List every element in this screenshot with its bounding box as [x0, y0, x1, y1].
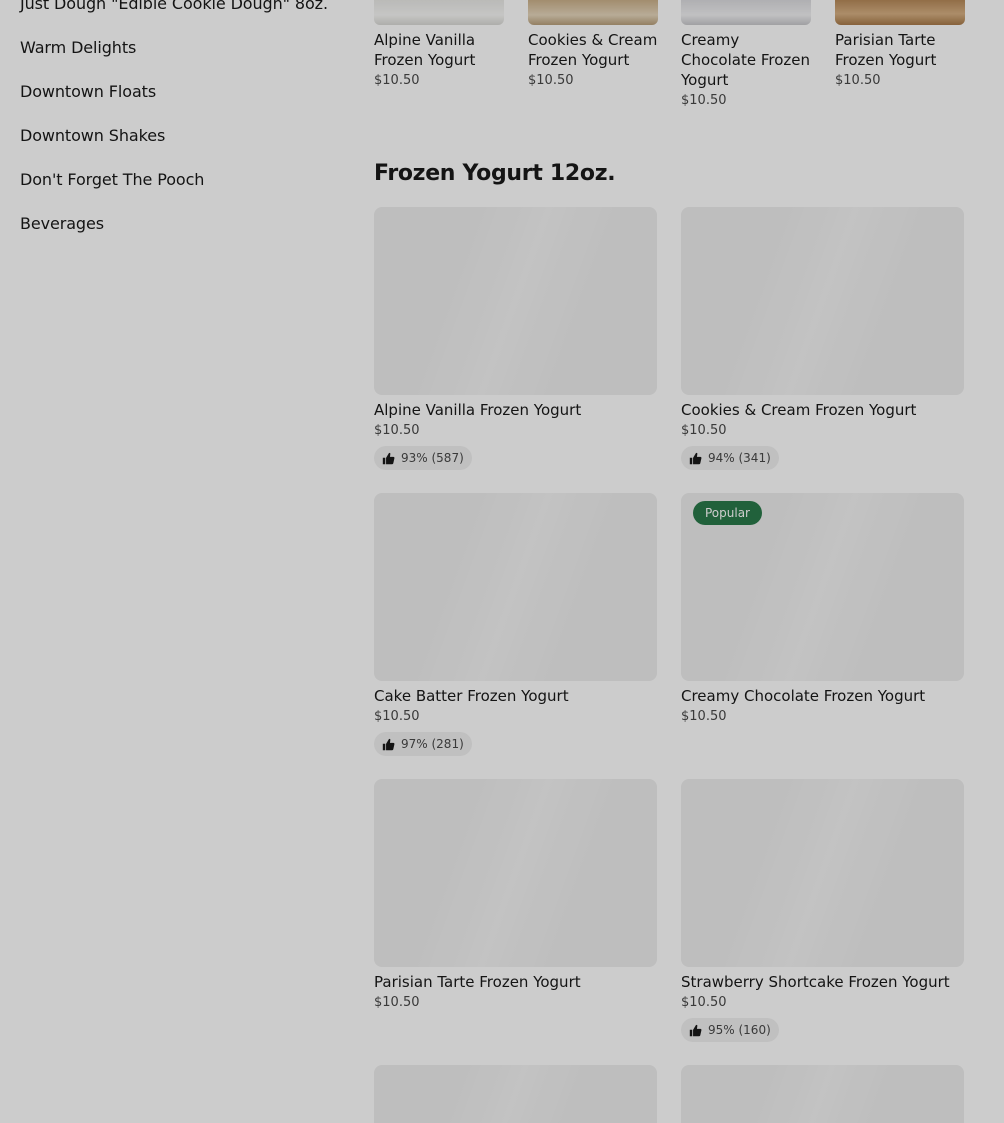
rating-pill: 97% (281): [374, 732, 472, 756]
product-price: $10.50: [681, 423, 727, 438]
product-image: [681, 0, 811, 25]
product-title: Strawberry Shortcake Frozen Yogurt: [681, 973, 950, 991]
rating-pill: 93% (587): [374, 446, 472, 470]
product-card[interactable]: [374, 1065, 657, 1123]
carousel-item-title: Creamy Chocolate Frozen Yogurt: [681, 31, 810, 89]
thumbs-up-icon: [382, 452, 395, 464]
product-price: $10.50: [681, 709, 727, 724]
product-price: $10.50: [374, 423, 420, 438]
carousel-item[interactable]: Cookies & Cream Frozen Yogurt $10.50: [528, 0, 658, 89]
carousel-item-title: Cookies & Cream Frozen Yogurt: [528, 31, 658, 69]
carousel-item-price: $10.50: [528, 73, 574, 88]
carousel-item[interactable]: Alpine Vanilla Frozen Yogurt $10.50: [374, 0, 504, 89]
product-image: [528, 0, 658, 25]
carousel-item-price: $10.50: [681, 93, 727, 108]
product-card[interactable]: Parisian Tarte Frozen Yogurt $10.50: [374, 779, 657, 1011]
product-title: Cookies & Cream Frozen Yogurt: [681, 401, 917, 419]
carousel-item-title: Alpine Vanilla Frozen Yogurt: [374, 31, 476, 69]
product-image-placeholder: [681, 779, 964, 967]
carousel-item[interactable]: Creamy Chocolate Frozen Yogurt $10.50: [681, 0, 811, 109]
product-card[interactable]: Cookies & Cream Frozen Yogurt $10.50 94%…: [681, 207, 964, 470]
sidebar-item-downtown-shakes[interactable]: Downtown Shakes: [20, 126, 340, 170]
rating-pill: 94% (341): [681, 446, 779, 470]
rating-text: 93% (587): [401, 451, 464, 465]
product-price: $10.50: [374, 709, 420, 724]
rating-text: 94% (341): [708, 451, 771, 465]
product-title: Creamy Chocolate Frozen Yogurt: [681, 687, 926, 705]
thumbs-up-icon: [689, 1024, 702, 1036]
sidebar-item-downtown-floats[interactable]: Downtown Floats: [20, 82, 340, 126]
product-price: $10.50: [681, 995, 727, 1010]
product-card[interactable]: Cake Batter Frozen Yogurt $10.50 97% (28…: [374, 493, 657, 756]
rating-text: 97% (281): [401, 737, 464, 751]
product-title: Cake Batter Frozen Yogurt: [374, 687, 569, 705]
product-image: [374, 0, 504, 25]
product-image-placeholder: [374, 1065, 657, 1123]
carousel-item[interactable]: Parisian Tarte Frozen Yogurt $10.50: [835, 0, 965, 89]
sidebar-item-pooch[interactable]: Don't Forget The Pooch: [20, 170, 340, 214]
product-card[interactable]: Popular Creamy Chocolate Frozen Yogurt $…: [681, 493, 964, 725]
thumbs-up-icon: [382, 738, 395, 750]
rating-pill: 95% (160): [681, 1018, 779, 1042]
product-price: $10.50: [374, 995, 420, 1010]
carousel-item-price: $10.50: [374, 73, 420, 88]
store-menu-page: Just Dough "Edible Cookie Dough" 8oz. Wa…: [0, 0, 1004, 1123]
thumbs-up-icon: [689, 452, 702, 464]
product-image-placeholder: [681, 1065, 964, 1123]
section-title: Frozen Yogurt 12oz.: [374, 161, 616, 186]
sidebar-item-warm-delights[interactable]: Warm Delights: [20, 38, 340, 82]
product-image-placeholder: [374, 207, 657, 395]
category-sidebar: Just Dough "Edible Cookie Dough" 8oz. Wa…: [20, 0, 340, 258]
product-card[interactable]: Strawberry Shortcake Frozen Yogurt $10.5…: [681, 779, 964, 1042]
sidebar-item-beverages[interactable]: Beverages: [20, 214, 340, 258]
rating-text: 95% (160): [708, 1023, 771, 1037]
sidebar-item-just-dough[interactable]: Just Dough "Edible Cookie Dough" 8oz.: [20, 0, 340, 38]
carousel-item-title: Parisian Tarte Frozen Yogurt: [835, 31, 937, 69]
product-image-placeholder: [681, 207, 964, 395]
popular-badge: Popular: [693, 501, 762, 525]
product-image-placeholder: [374, 779, 657, 967]
product-title: Parisian Tarte Frozen Yogurt: [374, 973, 581, 991]
product-image-placeholder: [374, 493, 657, 681]
carousel-item-price: $10.50: [835, 73, 881, 88]
product-image: [835, 0, 965, 25]
product-card[interactable]: Alpine Vanilla Frozen Yogurt $10.50 93% …: [374, 207, 657, 470]
product-title: Alpine Vanilla Frozen Yogurt: [374, 401, 582, 419]
product-card[interactable]: [681, 1065, 964, 1123]
